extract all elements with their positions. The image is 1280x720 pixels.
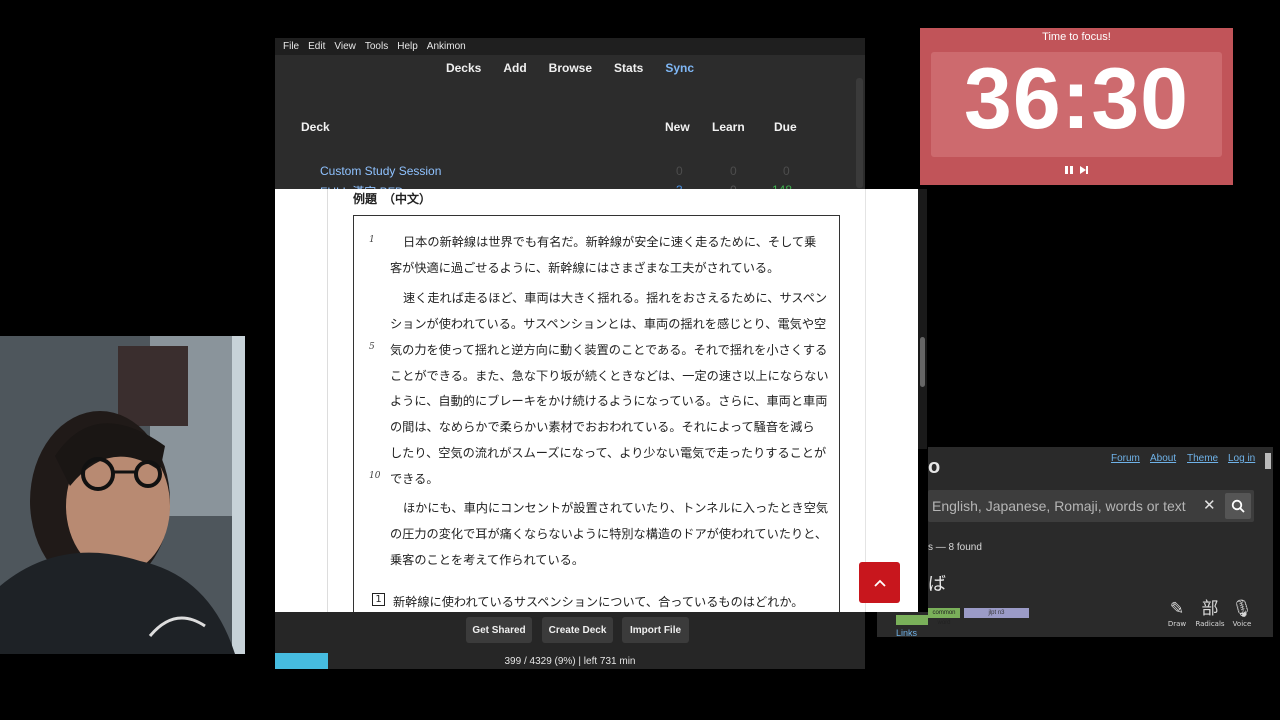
new-column-header: New	[665, 120, 690, 134]
deck-row-new: 0	[676, 164, 683, 178]
menu-tools[interactable]: Tools	[365, 41, 388, 52]
timer-title: Time to focus!	[1042, 31, 1111, 43]
passage-line: できる。	[390, 472, 439, 486]
jisho-panel-edge: Links	[877, 612, 960, 638]
forum-link[interactable]: Forum	[1111, 453, 1140, 464]
toolbar-decks[interactable]: Decks	[446, 61, 481, 75]
toolbar-stats[interactable]: Stats	[614, 61, 643, 75]
search-input[interactable]	[932, 496, 1200, 516]
radicals-icon: 部	[1201, 599, 1219, 619]
passage-line: の圧力の変化で耳が痛くならないように特別な構造のドアが使われていたりと、	[390, 527, 828, 541]
deck-column-header: Deck	[301, 120, 330, 134]
menu-bar: File Edit View Tools Help Ankimon	[275, 38, 865, 55]
passage-line: ことができる。また、急な下り坂が続くときなどは、一定の速さ以上にならない	[390, 369, 829, 383]
theme-link[interactable]: Theme	[1187, 453, 1218, 464]
passage-line: ションが使われている。サスペンションとは、車両の揺れを感じとり、電気や空	[390, 317, 827, 331]
passage-title: 例題 （中文）	[353, 192, 432, 206]
line-number: 5	[369, 342, 375, 352]
question-text: 新幹線に使われているサスペンションについて、合っているものはどれか。	[393, 595, 804, 609]
login-link[interactable]: Log in	[1228, 453, 1255, 464]
chevron-up-icon	[873, 579, 886, 587]
passage-line: 日本の新幹線は世界でも有名だ。新幹線が安全に速く走るために、そして乗	[403, 235, 817, 249]
line-number: 10	[369, 471, 381, 481]
menu-help[interactable]: Help	[397, 41, 418, 52]
draw-tool[interactable]: ✎ Draw	[1160, 598, 1194, 628]
deck-row-learn: 0	[730, 164, 737, 178]
progress-text: 399 / 4329 (9%) | left 731 min	[504, 656, 636, 667]
deck-list-scrollbar[interactable]	[856, 78, 863, 188]
line-number: 1	[369, 235, 375, 245]
draw-label: Draw	[1167, 620, 1187, 628]
passage-line: したり、空気の流れがスムーズになって、より少ない電気で走ったりすることが	[390, 446, 827, 460]
panel-scrollbar[interactable]	[1265, 453, 1271, 469]
document-scrollbar[interactable]	[918, 189, 927, 449]
skip-icon[interactable]	[1079, 165, 1089, 175]
menu-edit[interactable]: Edit	[308, 41, 325, 52]
question-number: 1	[372, 593, 385, 606]
voice-label: Voice	[1232, 620, 1252, 628]
menu-file[interactable]: File	[283, 41, 299, 52]
page-edge-line	[865, 189, 866, 612]
toolbar-sync[interactable]: Sync	[665, 61, 694, 75]
learn-column-header: Learn	[712, 120, 745, 134]
links-label[interactable]: Links	[896, 628, 917, 638]
pause-icon[interactable]	[1064, 165, 1074, 175]
results-count: s — 8 found	[928, 542, 982, 553]
due-column-header: Due	[774, 120, 797, 134]
webcam-image	[0, 336, 245, 654]
voice-tool[interactable]: 🎙 Voice	[1225, 598, 1259, 628]
search-button[interactable]	[1225, 493, 1251, 519]
radicals-label: Radicals	[1195, 620, 1225, 628]
menu-view[interactable]: View	[334, 41, 356, 52]
passage-line: 気の力を使って揺れと逆方向に動く装置のことである。それで揺れを小さくする	[390, 343, 828, 357]
toolbar-add[interactable]: Add	[503, 61, 526, 75]
tag-jlpt: jlpt n3	[964, 608, 1029, 618]
focus-timer: Time to focus! 36:30	[920, 28, 1233, 185]
passage-line: ほかにも、車内にコンセントが設置されていたり、トンネルに入ったとき空気	[403, 501, 829, 515]
jisho-logo[interactable]: o	[928, 456, 940, 479]
anki-bottom-bar: Get Shared Create Deck Import File 399 /…	[275, 612, 865, 669]
import-file-button[interactable]: Import File	[622, 617, 689, 643]
about-link[interactable]: About	[1150, 453, 1176, 464]
jisho-dictionary-panel: o Forum About Theme Log in ✕ s — 8 found…	[928, 447, 1273, 637]
menu-ankimon[interactable]: Ankimon	[427, 41, 466, 52]
draw-icon: ✎	[1169, 599, 1185, 619]
scrollbar-thumb[interactable]	[920, 337, 925, 387]
deck-row-due: 0	[783, 164, 790, 178]
passage-line: の間は、なめらかで柔らかい素材でおおわれている。それによって騒音を減ら	[390, 420, 815, 434]
radicals-tool[interactable]: 部 Radicals	[1193, 598, 1227, 628]
clear-icon[interactable]: ✕	[1203, 496, 1216, 514]
voice-icon: 🎙	[1231, 599, 1253, 619]
timer-countdown: 36:30	[964, 51, 1189, 147]
main-toolbar: Decks Add Browse Stats Sync	[275, 55, 865, 81]
get-shared-button[interactable]: Get Shared	[466, 617, 532, 643]
deck-row-name[interactable]: Custom Study Session	[320, 164, 441, 178]
reading-passage-image: 例題 （中文） 1 5 10 日本の新幹線は世界でも有名だ。新幹線が安全に速く走…	[275, 189, 918, 612]
result-word[interactable]: ば	[928, 570, 946, 596]
search-icon	[1231, 499, 1245, 513]
tag-common-word: common word	[928, 608, 960, 626]
passage-line: 速く走れば走るほど、車両は大きく揺れる。揺れをおさえるために、サスペン	[403, 291, 828, 305]
passage-line: 乗客のことを考えて作られている。	[390, 553, 585, 567]
toolbar-browse[interactable]: Browse	[549, 61, 592, 75]
page-edge-line	[327, 189, 328, 612]
scroll-top-button[interactable]	[859, 562, 900, 603]
create-deck-button[interactable]: Create Deck	[542, 617, 613, 643]
passage-line: ように、自動的にブレーキをかけ続けるようになっている。さらに、車両と車両	[390, 394, 828, 408]
passage-line: 客が快適に過ごせるように、新幹線にはさまざまな工夫がされている。	[390, 261, 780, 275]
search-bar: ✕	[928, 490, 1254, 522]
webcam-overlay	[0, 336, 245, 654]
